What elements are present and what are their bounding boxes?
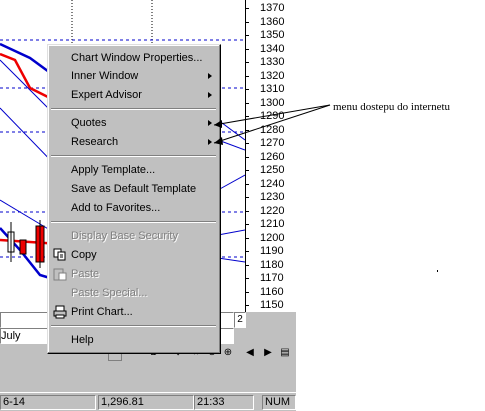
- menu-item-label: Copy: [71, 249, 97, 261]
- price-tick-mark: [245, 264, 249, 266]
- scroll-value-field[interactable]: 2: [234, 312, 246, 328]
- menu-item-print-chart[interactable]: Print Chart...: [48, 303, 220, 321]
- price-tick-label: 1370: [260, 2, 285, 14]
- menu-item-save-default-template[interactable]: Save as Default Template: [48, 180, 220, 198]
- status-price: 1,296.81: [98, 395, 194, 410]
- menu-item-research[interactable]: Research: [48, 133, 220, 151]
- status-num: NUM: [262, 395, 296, 410]
- menu-item-copy[interactable]: Copy: [48, 246, 220, 264]
- menu-item-help[interactable]: Help: [48, 331, 220, 349]
- menu-separator: [51, 155, 216, 157]
- price-tick-mark: [245, 170, 249, 171]
- printer-icon: [53, 305, 67, 319]
- menu-item-label: Save as Default Template: [71, 183, 197, 195]
- price-tick-label: 1330: [260, 56, 285, 68]
- menu-item-label: Research: [71, 136, 119, 148]
- price-tick-mark: [245, 89, 249, 90]
- status-date: 6-14: [0, 395, 96, 410]
- price-tick-label: 1180: [260, 258, 284, 271]
- price-tick-mark: [245, 156, 249, 158]
- price-tick-label: 1210: [260, 218, 285, 230]
- menu-item-label: Apply Template...: [71, 164, 156, 176]
- price-tick-label: 1240: [260, 177, 285, 190]
- price-tick-mark: [245, 48, 249, 50]
- menu-item-label: Display Base Security: [71, 230, 178, 242]
- price-tick-mark: [245, 251, 249, 252]
- menu-separator: [51, 325, 216, 327]
- scroll-right-icon[interactable]: ▶: [262, 347, 274, 359]
- price-tick-label: 1340: [260, 42, 285, 55]
- menu-item-label: Paste Special...: [71, 287, 148, 299]
- copy-icon: [53, 248, 66, 261]
- price-tick-label: 1170: [260, 272, 284, 284]
- price-tick-mark: [245, 8, 249, 9]
- price-tick-label: 1200: [260, 231, 285, 244]
- price-tick-mark: [245, 237, 249, 239]
- price-tick-mark: [245, 62, 249, 63]
- price-tick-mark: [245, 305, 249, 306]
- menu-item-label: Expert Advisor: [71, 89, 142, 101]
- price-tick-mark: [245, 278, 249, 279]
- layout-icon[interactable]: ▤: [279, 347, 291, 359]
- menu-item-apply-template[interactable]: Apply Template...: [48, 161, 220, 179]
- menu-item-expert-advisor[interactable]: Expert Advisor: [48, 86, 220, 104]
- menu-item-chart-window-properties[interactable]: Chart Window Properties...: [48, 49, 220, 67]
- price-tick-label: 1360: [260, 15, 285, 28]
- menu-item-paste-special: Paste Special...: [48, 284, 220, 302]
- menu-separator: [51, 108, 216, 110]
- menu-item-paste: Paste: [48, 265, 220, 283]
- dot-marker: [437, 270, 438, 272]
- price-tick-label: 1350: [260, 29, 285, 41]
- price-tick-label: 1310: [260, 83, 285, 95]
- price-tick-mark: [245, 224, 249, 225]
- price-tick-label: 1220: [260, 204, 285, 217]
- annotation-text: menu dostepu do internetu: [333, 101, 451, 113]
- menu-item-label: Print Chart...: [71, 306, 133, 318]
- zoom-in-icon[interactable]: ⊕: [222, 347, 234, 359]
- price-tick-mark: [245, 197, 249, 198]
- menu-item-label: Paste: [71, 268, 100, 280]
- price-tick-label: 1250: [260, 164, 285, 176]
- menu-item-display-base-security: Display Base Security: [48, 227, 220, 245]
- paste-icon: [53, 268, 67, 281]
- menu-item-label: Chart Window Properties...: [71, 52, 203, 64]
- chart-context-menu: Chart Window Properties... Inner Window …: [47, 44, 221, 354]
- price-tick-mark: [245, 183, 249, 185]
- price-tick-mark: [245, 75, 249, 77]
- price-tick-label: 1160: [260, 285, 284, 298]
- menu-item-quotes[interactable]: Quotes: [48, 114, 220, 132]
- price-tick-mark: [245, 291, 249, 293]
- scroll-left-icon[interactable]: ◀: [244, 347, 256, 359]
- status-bar: 6-14 1,296.81 21:33 NUM: [0, 392, 296, 411]
- menu-item-inner-window[interactable]: Inner Window: [48, 67, 220, 85]
- menu-item-label: Help: [71, 334, 94, 346]
- status-time: 21:33: [194, 395, 254, 410]
- price-tick-label: 1150: [260, 299, 284, 311]
- price-tick-mark: [245, 35, 249, 36]
- price-tick-label: 1320: [260, 69, 285, 82]
- menu-item-label: Quotes: [71, 117, 107, 129]
- menu-item-label: Add to Favorites...: [71, 202, 161, 214]
- menu-item-label: Inner Window: [71, 70, 139, 82]
- price-tick-mark: [245, 210, 249, 212]
- price-tick-label: 1230: [260, 191, 285, 203]
- submenu-arrow-icon: [208, 73, 212, 79]
- menu-item-add-to-favorites[interactable]: Add to Favorites...: [48, 199, 220, 217]
- price-tick-mark: [245, 21, 249, 23]
- menu-separator: [51, 221, 216, 223]
- price-tick-label: 1190: [260, 245, 284, 257]
- annotation-arrows: [213, 104, 331, 145]
